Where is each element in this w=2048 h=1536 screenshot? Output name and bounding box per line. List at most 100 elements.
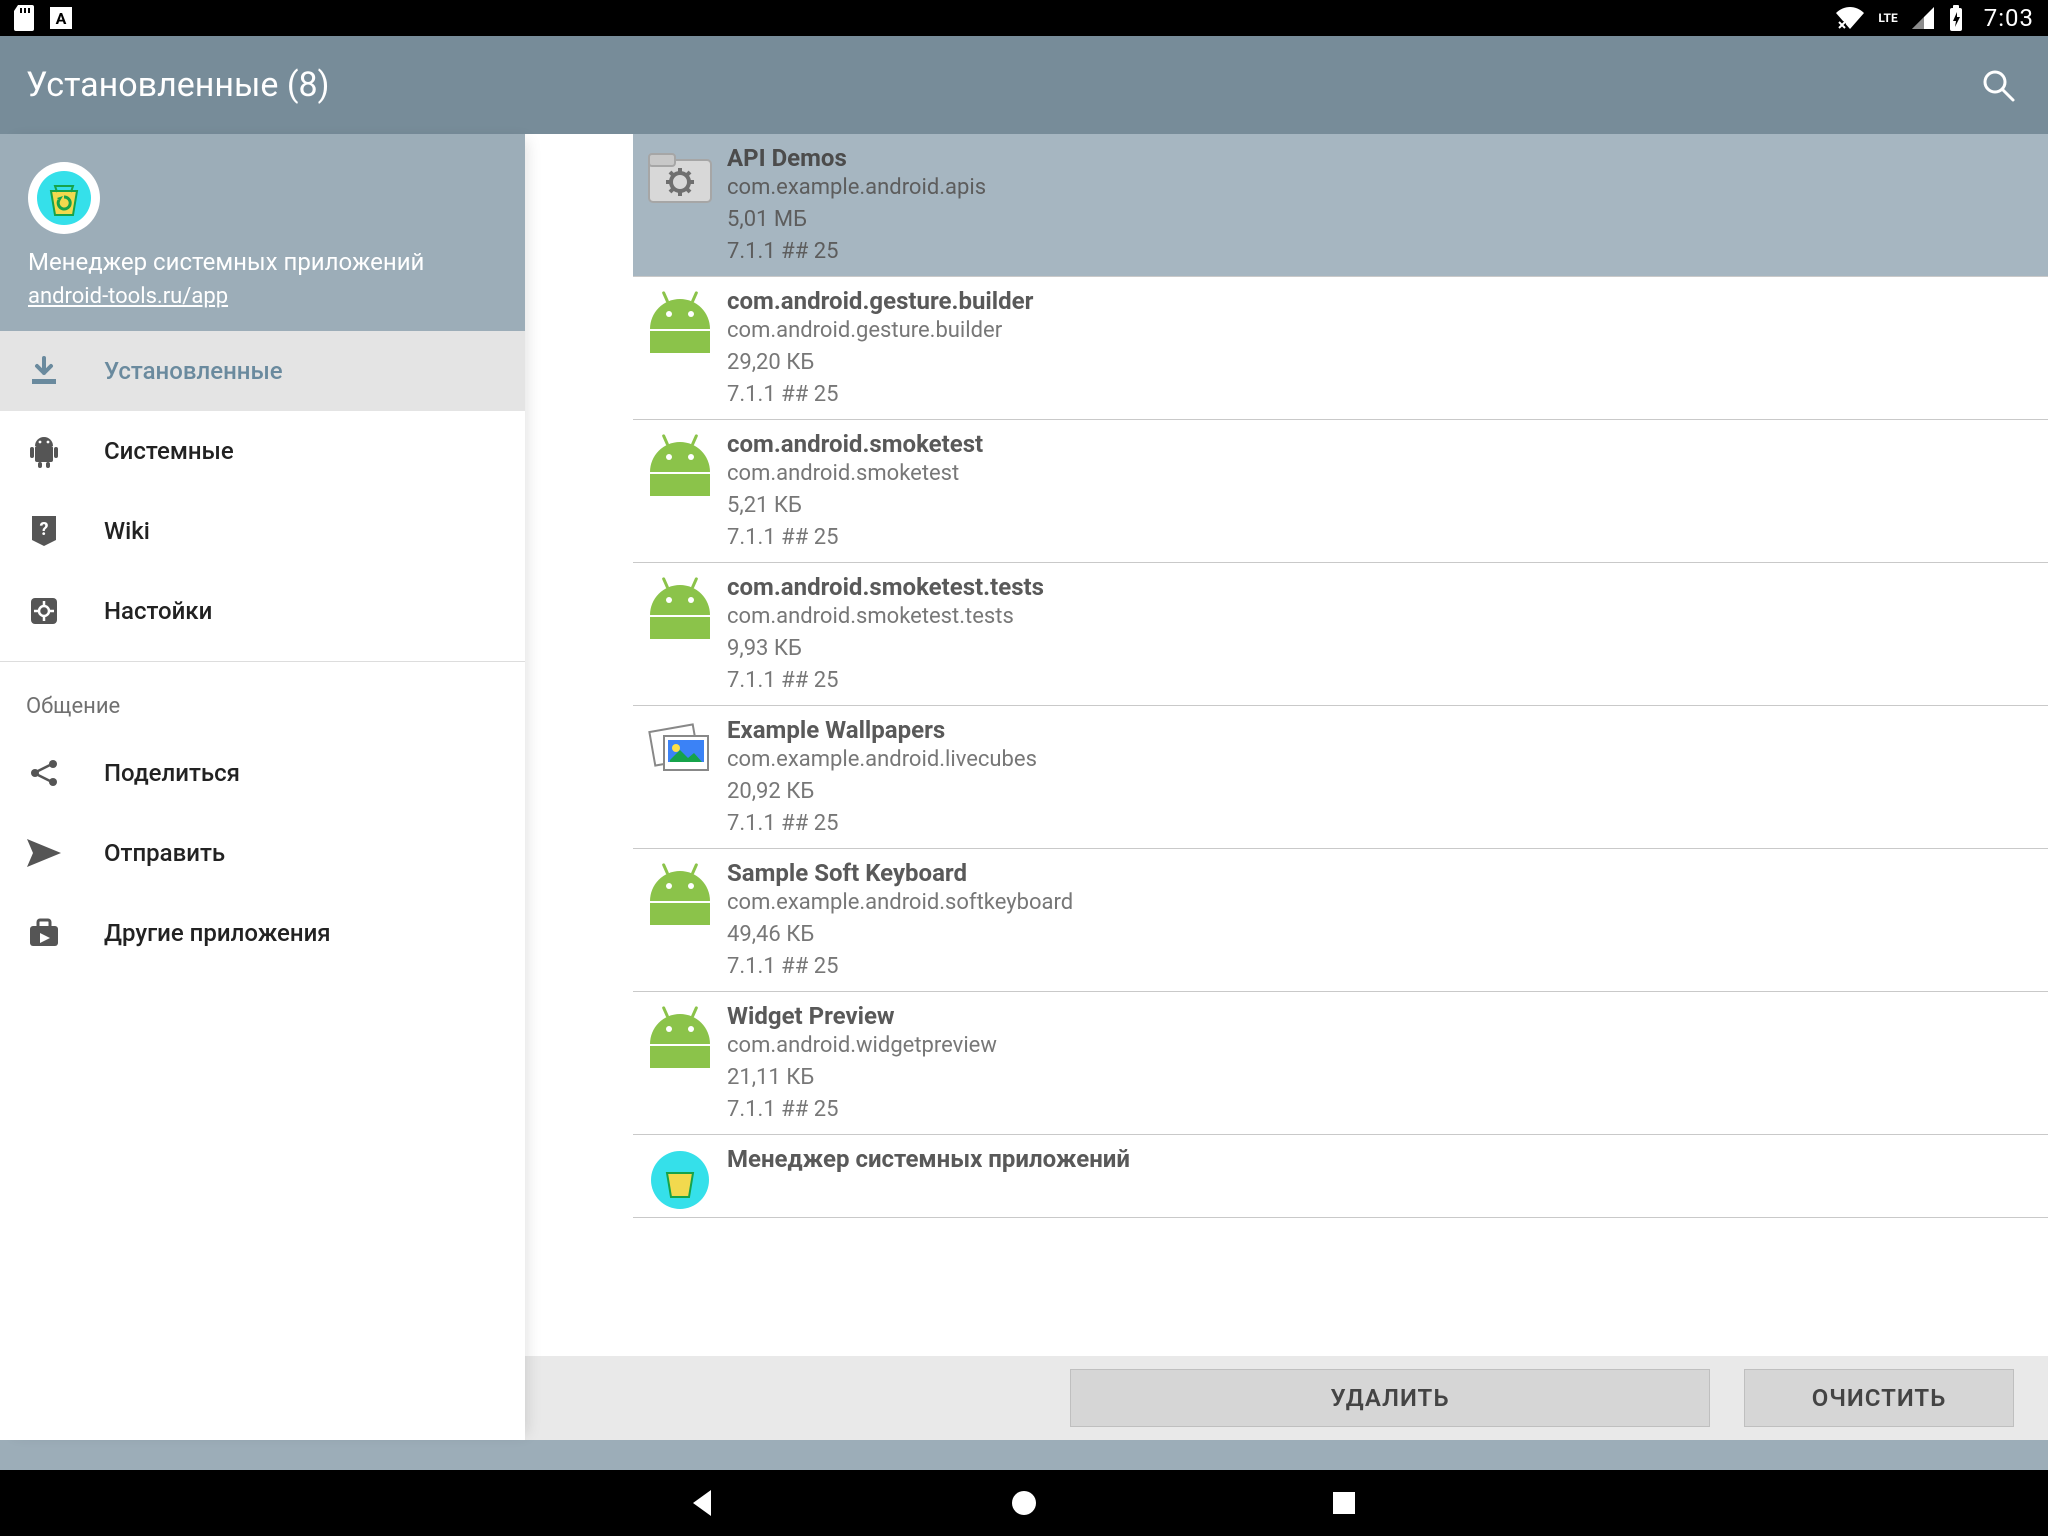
- main: API Demoscom.example.android.apis5,01 МБ…: [525, 134, 2048, 1440]
- home-icon: [1009, 1488, 1039, 1518]
- app-version: 7.1.1 ## 25: [727, 951, 2028, 983]
- signal-icon: [1912, 7, 1934, 29]
- sidebar-item-wiki[interactable]: ? Wiki: [0, 491, 525, 571]
- app-row-body: Sample Soft Keyboardcom.example.android.…: [727, 859, 2028, 983]
- sidebar-item-label: Wiki: [104, 517, 150, 545]
- app-title: Example Wallpapers: [727, 716, 2028, 744]
- app-row[interactable]: Sample Soft Keyboardcom.example.android.…: [633, 849, 2048, 992]
- recycle-bin-icon: [37, 171, 91, 225]
- app-link[interactable]: android-tools.ru/app: [28, 284, 228, 309]
- back-icon: [689, 1488, 719, 1518]
- app-icon: [633, 859, 727, 919]
- app-row-body: API Demoscom.example.android.apis5,01 МБ…: [727, 144, 2028, 268]
- sidebar-item-label: Поделиться: [104, 759, 240, 787]
- app-row[interactable]: com.android.smoketest.testscom.android.s…: [633, 563, 2048, 706]
- app-name: Менеджер системных приложений: [28, 248, 497, 276]
- letter-a-icon: A: [50, 7, 72, 29]
- app-package: com.example.android.softkeyboard: [727, 887, 2028, 919]
- app-package: com.example.android.livecubes: [727, 744, 2028, 776]
- app-row[interactable]: com.android.gesture.buildercom.android.g…: [633, 277, 2048, 420]
- sidebar-item-send[interactable]: Отправить: [0, 813, 525, 893]
- sidebar-header: Менеджер системных приложений android-to…: [0, 134, 525, 331]
- sidebar-item-label: Отправить: [104, 839, 225, 867]
- app-title: Widget Preview: [727, 1002, 2028, 1030]
- nav-secondary: Поделиться Отправить Другие приложения: [0, 733, 525, 973]
- app-row-body: Widget Previewcom.android.widgetpreview2…: [727, 1002, 2028, 1126]
- sidebar-item-other-apps[interactable]: Другие приложения: [0, 893, 525, 973]
- sidebar-item-installed[interactable]: Установленные: [0, 331, 525, 411]
- sidebar-item-label: Другие приложения: [104, 919, 331, 947]
- app-title: com.android.smoketest.tests: [727, 573, 2028, 601]
- app-row-body: com.android.smoketest.testscom.android.s…: [727, 573, 2028, 697]
- app-package: com.android.widgetpreview: [727, 1030, 2028, 1062]
- app-size: 21,11 КБ: [727, 1062, 2028, 1094]
- page-title: Установленные (8): [26, 65, 329, 105]
- nav-section-label: Общение: [0, 672, 525, 733]
- system-navbar: [0, 1470, 2048, 1536]
- app-icon: [633, 573, 727, 633]
- app-title: Менеджер системных приложений: [727, 1145, 2028, 1173]
- app-row[interactable]: Example Wallpaperscom.example.android.li…: [633, 706, 2048, 849]
- app-package: com.android.smoketest.tests: [727, 601, 2028, 633]
- app-icon: [633, 1145, 727, 1209]
- nav-primary: Установленные Системные ? Wiki: [0, 331, 525, 651]
- clear-button[interactable]: ОЧИСТИТЬ: [1744, 1369, 2014, 1427]
- app-title: com.android.gesture.builder: [727, 287, 2028, 315]
- sidebar-item-label: Установленные: [104, 357, 283, 385]
- lte-label: LTE: [1878, 11, 1897, 25]
- svg-text:A: A: [56, 9, 67, 28]
- app-bar: Установленные (8): [0, 36, 2048, 134]
- android-icon: [26, 433, 62, 469]
- gap: [525, 134, 633, 1356]
- app-version: 7.1.1 ## 25: [727, 665, 2028, 697]
- app-title: Sample Soft Keyboard: [727, 859, 2028, 887]
- app-row[interactable]: com.android.smoketestcom.android.smokete…: [633, 420, 2048, 563]
- app-package: com.example.android.apis: [727, 172, 2028, 204]
- app-row-body: com.android.smoketestcom.android.smokete…: [727, 430, 2028, 554]
- app-size: 49,46 КБ: [727, 919, 2028, 951]
- status-bar: A LTE 7:03: [0, 0, 2048, 36]
- sidebar-item-settings[interactable]: Настойки: [0, 571, 525, 651]
- clock: 7:03: [1984, 4, 2034, 32]
- button-bar: УДАЛИТЬ ОЧИСТИТЬ: [525, 1356, 2048, 1440]
- app-row[interactable]: API Demoscom.example.android.apis5,01 МБ…: [633, 134, 2048, 277]
- sidebar: Менеджер системных приложений android-to…: [0, 134, 525, 1440]
- status-left: A: [14, 5, 72, 31]
- back-button[interactable]: [684, 1483, 724, 1523]
- sidebar-item-share[interactable]: Поделиться: [0, 733, 525, 813]
- delete-button[interactable]: УДАЛИТЬ: [1070, 1369, 1710, 1427]
- divider: [0, 661, 525, 662]
- question-badge-icon: ?: [26, 513, 62, 549]
- search-icon: [1980, 67, 2016, 103]
- app-list[interactable]: API Demoscom.example.android.apis5,01 МБ…: [633, 134, 2048, 1356]
- svg-text:?: ?: [40, 519, 49, 540]
- app-size: 20,92 КБ: [727, 776, 2028, 808]
- app-size: 5,21 КБ: [727, 490, 2028, 522]
- app-row-body: Менеджер системных приложений: [727, 1145, 2028, 1173]
- home-button[interactable]: [1004, 1483, 1044, 1523]
- gear-badge-icon: [26, 593, 62, 629]
- download-icon: [26, 353, 62, 389]
- app-title: com.android.smoketest: [727, 430, 2028, 458]
- app-version: 7.1.1 ## 25: [727, 379, 2028, 411]
- bottom-strip: [0, 1440, 2048, 1470]
- search-button[interactable]: [1974, 61, 2022, 109]
- send-icon: [26, 835, 62, 871]
- recents-icon: [1331, 1490, 1357, 1516]
- recents-button[interactable]: [1324, 1483, 1364, 1523]
- app-logo: [28, 162, 100, 234]
- root: { "status": { "clock": "7:03", "lte": "L…: [0, 0, 2048, 1536]
- app-row[interactable]: Менеджер системных приложений: [633, 1135, 2048, 1218]
- app-row-body: com.android.gesture.buildercom.android.g…: [727, 287, 2028, 411]
- app-size: 9,93 КБ: [727, 633, 2028, 665]
- app-row[interactable]: Widget Previewcom.android.widgetpreview2…: [633, 992, 2048, 1135]
- app-version: 7.1.1 ## 25: [727, 236, 2028, 268]
- sidebar-item-system[interactable]: Системные: [0, 411, 525, 491]
- app-package: com.android.gesture.builder: [727, 315, 2028, 347]
- share-icon: [26, 755, 62, 791]
- app-icon: [633, 287, 727, 347]
- app-row-body: Example Wallpaperscom.example.android.li…: [727, 716, 2028, 840]
- app-icon: [633, 430, 727, 490]
- app-version: 7.1.1 ## 25: [727, 1094, 2028, 1126]
- list-wrap: API Demoscom.example.android.apis5,01 МБ…: [525, 134, 2048, 1356]
